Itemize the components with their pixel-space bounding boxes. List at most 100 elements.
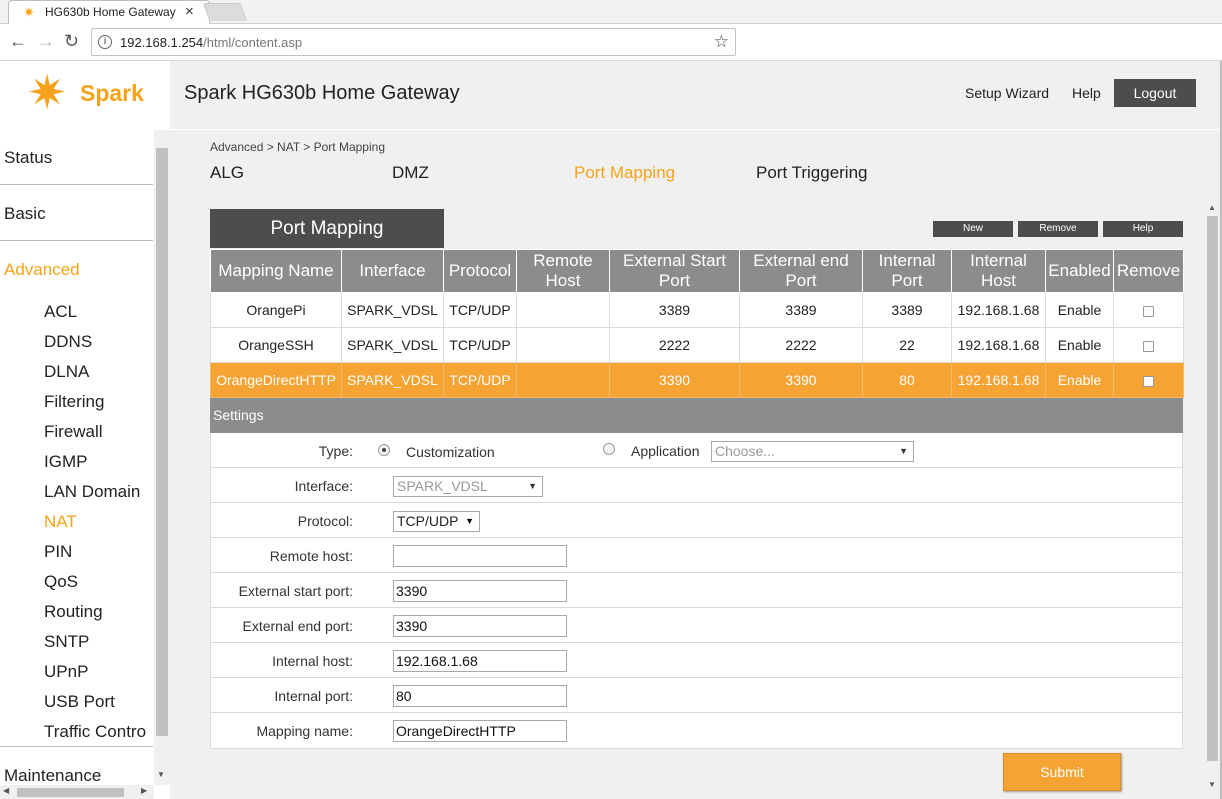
section-title: Port Mapping: [210, 209, 444, 248]
table-cell: TCP/UDP: [443, 362, 517, 398]
table-row[interactable]: OrangePi SPARK_VDSL TCP/UDP 3389 3389 33…: [210, 292, 1184, 328]
submit-button[interactable]: Submit: [1003, 753, 1121, 791]
new-tab-button[interactable]: [202, 3, 248, 21]
external-start-port-input[interactable]: 3390: [393, 580, 567, 602]
column-header: Mapping Name: [210, 249, 342, 293]
help-button[interactable]: Help: [1103, 221, 1183, 237]
sidebar-subitem-firewall[interactable]: Firewall: [44, 422, 103, 442]
remove-button[interactable]: Remove: [1018, 221, 1098, 237]
protocol-select[interactable]: TCP/UDP ▼: [393, 511, 480, 532]
scroll-down-arrow-icon[interactable]: ▼: [157, 770, 165, 779]
table-row-selected[interactable]: OrangeDirectHTTP SPARK_VDSL TCP/UDP 3390…: [210, 362, 1184, 398]
back-arrow-icon[interactable]: ←: [9, 31, 27, 51]
remove-checkbox[interactable]: [1143, 340, 1154, 352]
scroll-down-arrow-icon[interactable]: ▼: [1208, 780, 1216, 789]
address-bar[interactable]: i 192.168.1.254/html/content.asp ☆: [91, 28, 736, 56]
remote-host-input[interactable]: [393, 545, 567, 567]
sidebar-subitem-sntp[interactable]: SNTP: [44, 632, 89, 652]
application-label: Application: [631, 443, 700, 459]
setup-wizard-link[interactable]: Setup Wizard: [965, 85, 1049, 101]
remove-checkbox[interactable]: [1143, 305, 1154, 317]
browser-tab[interactable]: ✷ HG630b Home Gateway ×: [8, 0, 210, 24]
internal-host-input[interactable]: 192.168.1.68: [393, 650, 567, 672]
column-header: Internal Port: [862, 249, 952, 293]
application-select[interactable]: Choose... ▼: [711, 441, 914, 462]
remove-checkbox[interactable]: [1143, 375, 1154, 387]
form-row-internal-port: Internal port: 80: [211, 678, 1182, 713]
tab-alg[interactable]: ALG: [210, 163, 244, 183]
breadcrumb: Advanced > NAT > Port Mapping: [210, 140, 385, 154]
sidebar-item-maintenance[interactable]: Maintenance: [4, 766, 101, 786]
page-scroll-thumb[interactable]: [1207, 216, 1218, 761]
form-row-external-end-port: External end port: 3390: [211, 608, 1182, 643]
sidebar-subitem-qos[interactable]: QoS: [44, 572, 78, 592]
application-radio[interactable]: [603, 443, 615, 455]
internal-host-label: Internal host:: [272, 653, 353, 669]
sidebar-subitem-dlna[interactable]: DLNA: [44, 362, 89, 382]
type-label: Type:: [318, 443, 353, 459]
sidebar-subitem-routing[interactable]: Routing: [44, 602, 103, 622]
table-header-row: Mapping Name Interface Protocol Remote H…: [210, 249, 1184, 293]
sidebar-subitem-ddns[interactable]: DDNS: [44, 332, 92, 352]
form-row-interface: Interface: SPARK_VDSL ▼: [211, 468, 1182, 503]
table-cell: 3390: [739, 362, 863, 398]
internal-port-input[interactable]: 80: [393, 685, 567, 707]
scroll-up-arrow-icon[interactable]: ▲: [1208, 203, 1216, 212]
table-cell: 80: [862, 362, 952, 398]
column-header: Enabled: [1045, 249, 1114, 293]
table-row[interactable]: OrangeSSH SPARK_VDSL TCP/UDP 2222 2222 2…: [210, 327, 1184, 363]
sidebar-hscroll-thumb[interactable]: [17, 788, 124, 797]
logout-button[interactable]: Logout: [1114, 79, 1196, 107]
dropdown-arrow-icon: ▼: [465, 516, 474, 526]
bookmark-star-icon[interactable]: ☆: [714, 32, 729, 52]
interface-select[interactable]: SPARK_VDSL ▼: [393, 476, 543, 497]
column-header: Internal Host: [951, 249, 1046, 293]
table-cell: 192.168.1.68: [951, 292, 1046, 328]
form-row-external-start-port: External start port: 3390: [211, 573, 1182, 608]
new-button[interactable]: New: [933, 221, 1013, 237]
table-cell: 3389: [862, 292, 952, 328]
forward-arrow-icon[interactable]: →: [37, 31, 55, 51]
customization-radio[interactable]: [378, 444, 390, 456]
column-header: External Start Port: [609, 249, 740, 293]
sidebar-item-status[interactable]: Status: [4, 148, 52, 168]
form-row-remote-host: Remote host:: [211, 538, 1182, 573]
sidebar-subitem-pin[interactable]: PIN: [44, 542, 72, 562]
scroll-right-arrow-icon[interactable]: ▶: [141, 786, 147, 795]
sidebar-scroll-thumb[interactable]: [156, 148, 168, 736]
spark-star-icon: ✷: [23, 4, 35, 20]
external-end-port-input[interactable]: 3390: [393, 615, 567, 637]
external-end-port-label: External end port:: [242, 618, 353, 634]
logo: ✷ Spark: [0, 61, 170, 129]
sidebar-subitem-traffic-control[interactable]: Traffic Contro: [44, 722, 146, 742]
form-row-type: Type: Customization Application Choose..…: [211, 433, 1182, 468]
table-cell: SPARK_VDSL: [341, 362, 444, 398]
mapping-name-label: Mapping name:: [256, 723, 353, 739]
sidebar: Status Basic Advanced ACL DDNS DLNA Filt…: [0, 130, 170, 799]
tab-dmz[interactable]: DMZ: [392, 163, 429, 183]
close-icon[interactable]: ×: [185, 3, 194, 20]
help-link[interactable]: Help: [1072, 85, 1101, 101]
table-cell: 3389: [609, 292, 740, 328]
sidebar-subitem-upnp[interactable]: UPnP: [44, 662, 88, 682]
sidebar-subitem-lan-domain[interactable]: LAN Domain: [44, 482, 140, 502]
interface-select-value: SPARK_VDSL: [397, 478, 488, 494]
logo-text: Spark: [80, 80, 144, 106]
table-cell: Enable: [1045, 292, 1114, 328]
mapping-name-input[interactable]: OrangeDirectHTTP: [393, 720, 567, 742]
reload-icon[interactable]: ↻: [64, 31, 79, 51]
sidebar-subitem-igmp[interactable]: IGMP: [44, 452, 87, 472]
tab-port-mapping[interactable]: Port Mapping: [574, 163, 675, 183]
sidebar-item-advanced[interactable]: Advanced: [4, 260, 80, 280]
sidebar-subitem-nat[interactable]: NAT: [44, 512, 77, 532]
table-cell: 2222: [609, 327, 740, 363]
sidebar-divider: [0, 240, 153, 241]
sidebar-item-basic[interactable]: Basic: [4, 204, 46, 224]
sidebar-subitem-acl[interactable]: ACL: [44, 302, 77, 322]
scroll-left-arrow-icon[interactable]: ◀: [3, 786, 9, 795]
form-row-internal-host: Internal host: 192.168.1.68: [211, 643, 1182, 678]
tab-port-triggering[interactable]: Port Triggering: [756, 163, 868, 183]
sidebar-subitem-filtering[interactable]: Filtering: [44, 392, 104, 412]
info-icon[interactable]: i: [98, 35, 112, 49]
sidebar-subitem-usb-port[interactable]: USB Port: [44, 692, 115, 712]
